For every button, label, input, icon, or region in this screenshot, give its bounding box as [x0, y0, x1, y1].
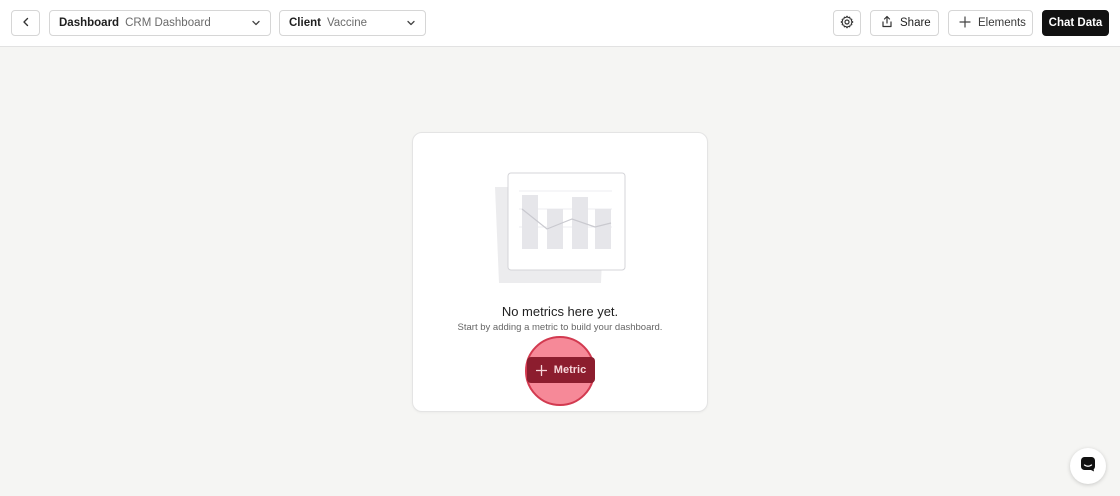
add-elements-button[interactable]: Elements	[948, 10, 1033, 36]
chat-support-button[interactable]	[1070, 448, 1106, 484]
dashboard-select[interactable]: Dashboard CRM Dashboard	[49, 10, 271, 36]
chevron-left-icon	[21, 16, 31, 30]
share-button-label: Share	[900, 17, 931, 29]
dashboard-select-value: CRM Dashboard	[125, 17, 211, 29]
back-button[interactable]	[11, 10, 40, 36]
client-select-label: Client	[289, 17, 321, 29]
settings-button[interactable]	[833, 10, 861, 36]
share-button[interactable]: Share	[870, 10, 939, 36]
chat-bubble-icon	[1080, 456, 1096, 477]
plus-icon	[535, 364, 547, 376]
plus-icon	[959, 15, 971, 31]
empty-state-card: No metrics here yet. Start by adding a m…	[412, 132, 708, 412]
chevron-down-icon	[406, 18, 416, 28]
add-metric-label: Metric	[553, 364, 587, 376]
gear-icon	[840, 15, 854, 32]
share-icon	[881, 15, 893, 31]
client-select[interactable]: Client Vaccine	[279, 10, 426, 36]
empty-chart-illustration	[495, 172, 626, 283]
chat-data-button[interactable]: Chat Data	[1042, 10, 1109, 36]
chevron-down-icon	[251, 18, 261, 28]
elements-button-label: Elements	[978, 17, 1026, 29]
client-select-value: Vaccine	[326, 17, 368, 29]
add-metric-button[interactable]: Metric	[527, 357, 595, 383]
dashboard-select-label: Dashboard	[59, 17, 120, 29]
top-toolbar: Dashboard CRM Dashboard Client Vaccine S…	[0, 0, 1120, 47]
empty-state-title: No metrics here yet.	[501, 304, 619, 319]
empty-state-subtitle: Start by adding a metric to build your d…	[457, 322, 663, 333]
